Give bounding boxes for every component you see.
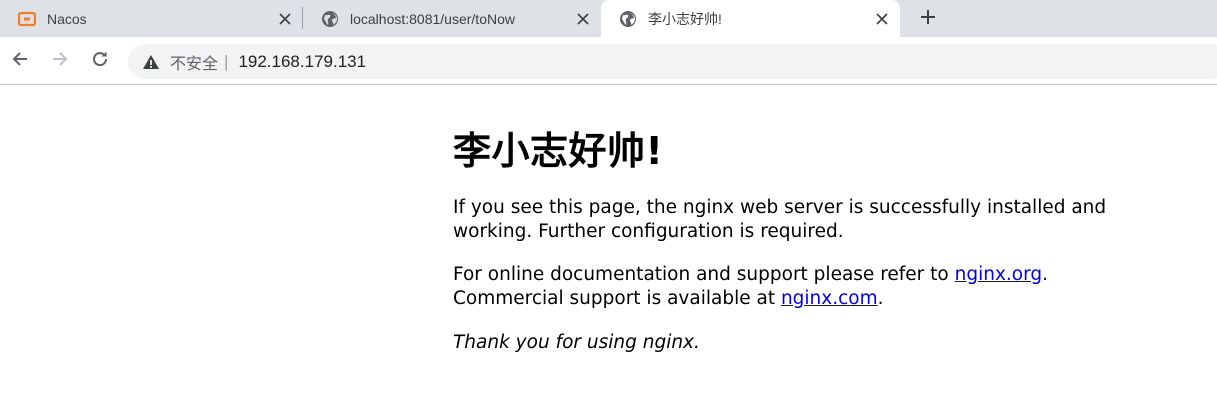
back-arrow-icon [11,50,29,72]
tab-nacos[interactable]: Nacos [0,0,303,37]
url-text[interactable]: 192.168.179.131 [238,52,366,72]
tab-active[interactable]: 李小志好帅! [601,0,900,37]
intro-line-1: If you see this page, the nginx web serv… [453,197,1107,218]
globe-icon [619,10,637,28]
new-tab-button[interactable] [914,5,942,33]
reload-icon [91,50,109,72]
nginx-com-link[interactable]: nginx.com [781,288,878,309]
browser-toolbar: 不安全 | 192.168.179.131 [0,37,1217,85]
back-button[interactable] [6,47,34,75]
page-title: 李小志好帅! [453,129,664,173]
close-icon[interactable] [275,9,295,29]
tab-localhost[interactable]: localhost:8081/user/toNow [303,0,601,37]
reload-button[interactable] [86,47,114,75]
omnibox-separator: | [224,51,229,71]
tab-title: 李小志好帅! [648,10,722,27]
punctuation: . [1042,264,1049,285]
tab-title: localhost:8081/user/toNow [350,10,515,27]
tab-strip: Nacos localhost:8081/user/toNow 李小志好帅! [0,0,1217,37]
thanks-text: Thank you for using nginx. [453,332,700,353]
intro-paragraph: If you see this page, the nginx web serv… [453,196,1106,244]
security-label[interactable]: 不安全 [170,50,218,74]
support-text: For online documentation and support ple… [453,264,955,285]
commercial-text: Commercial support is available at [453,288,781,309]
forward-arrow-icon [51,50,69,72]
nacos-logo-icon [17,10,37,28]
close-icon[interactable] [872,9,892,29]
plus-icon [920,9,936,29]
warning-icon[interactable] [142,53,160,71]
close-icon[interactable] [573,9,593,29]
address-bar[interactable]: 不安全 | 192.168.179.131 [128,44,1217,79]
forward-button[interactable] [46,47,74,75]
tab-title: Nacos [47,10,87,27]
intro-line-2: working. Further configuration is requir… [453,221,844,242]
support-paragraph: For online documentation and support ple… [453,263,1048,311]
globe-icon [321,10,339,28]
punctuation: . [877,288,884,309]
nginx-org-link[interactable]: nginx.org [955,264,1043,285]
